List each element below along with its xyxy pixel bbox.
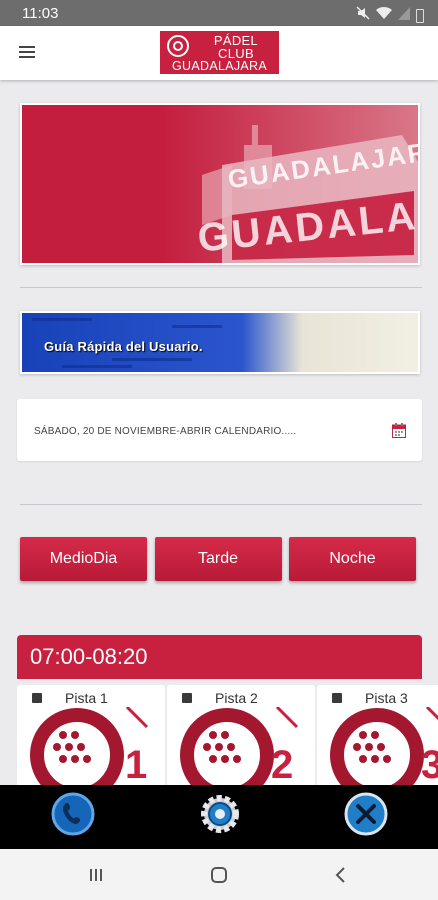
divider bbox=[20, 287, 422, 288]
phone-icon[interactable] bbox=[50, 791, 96, 837]
tab-noche[interactable]: Noche bbox=[289, 537, 416, 581]
status-time: 11:03 bbox=[22, 5, 59, 22]
system-nav-bar bbox=[0, 849, 438, 900]
court-label: Pista 3 bbox=[365, 690, 408, 706]
padel-logo-icon bbox=[167, 35, 189, 57]
tab-mediodia[interactable]: MedioDia bbox=[20, 537, 147, 581]
home-icon[interactable] bbox=[208, 864, 230, 886]
date-selector-label: SÁBADO, 20 DE NOVIEMBRE-ABRIR CALENDARIO… bbox=[34, 426, 297, 437]
calendar-icon[interactable] bbox=[392, 423, 406, 438]
courts-list: Pista 1 1 Pista 2 2 Pista 3 3 bbox=[17, 685, 438, 785]
court-label: Pista 2 bbox=[215, 690, 258, 706]
mute-icon bbox=[356, 6, 370, 25]
court-number: 3 bbox=[421, 743, 438, 785]
status-bar: 11:03 bbox=[0, 0, 438, 26]
close-icon[interactable] bbox=[343, 791, 389, 837]
court-number: 1 bbox=[125, 743, 148, 785]
status-icons bbox=[356, 6, 424, 25]
court-card[interactable]: Pista 1 1 bbox=[17, 685, 165, 785]
battery-icon bbox=[416, 8, 424, 23]
action-bar bbox=[0, 785, 438, 849]
period-tabs: MedioDia Tarde Noche bbox=[20, 537, 416, 581]
court-checkbox[interactable] bbox=[32, 693, 42, 703]
court-checkbox[interactable] bbox=[332, 693, 342, 703]
user-guide-label: Guía Rápida del Usuario. bbox=[44, 339, 203, 354]
app-header: PÁDEL CLUB GUADALAJARA bbox=[0, 26, 438, 80]
recent-apps-icon[interactable] bbox=[85, 864, 107, 886]
wifi-icon bbox=[376, 6, 392, 25]
date-selector[interactable]: SÁBADO, 20 DE NOVIEMBRE-ABRIR CALENDARIO… bbox=[17, 399, 422, 461]
court-number: 2 bbox=[271, 743, 294, 785]
tab-tarde[interactable]: Tarde bbox=[154, 537, 282, 581]
user-guide-banner[interactable]: Guía Rápida del Usuario. bbox=[20, 311, 420, 374]
gear-icon[interactable] bbox=[197, 791, 243, 837]
hamburger-icon[interactable] bbox=[19, 46, 35, 58]
court-card[interactable]: Pista 2 2 bbox=[167, 685, 315, 785]
court-card[interactable]: Pista 3 3 bbox=[317, 685, 438, 785]
court-checkbox[interactable] bbox=[182, 693, 192, 703]
back-icon[interactable] bbox=[330, 864, 352, 886]
divider bbox=[20, 504, 422, 505]
time-slot-header: 07:00-08:20 bbox=[17, 635, 422, 679]
logo-text-city: GUADALAJARA bbox=[172, 59, 267, 73]
court-label: Pista 1 bbox=[65, 690, 108, 706]
padel-racket-icon bbox=[330, 707, 438, 785]
club-logo: PÁDEL CLUB GUADALAJARA bbox=[160, 31, 279, 74]
signal-icon bbox=[398, 6, 410, 25]
hero-banner: GUADALAJARA GUADALAJARA bbox=[20, 103, 420, 265]
